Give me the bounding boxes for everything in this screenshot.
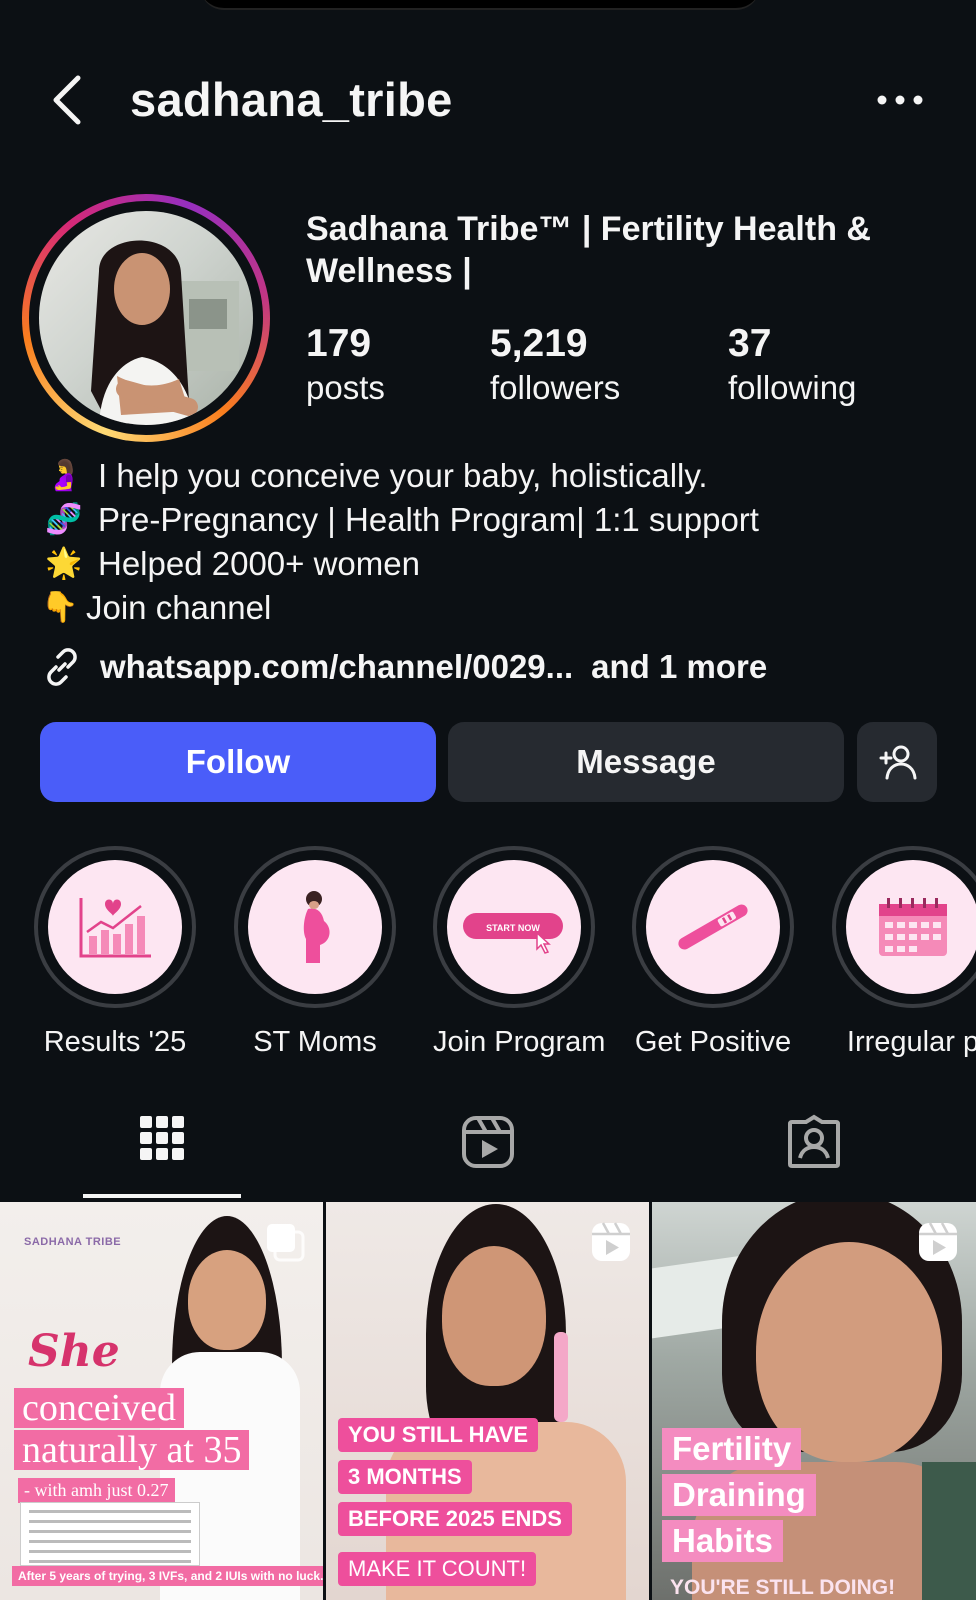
suggest-people-button[interactable]: [857, 722, 937, 802]
avatar: [39, 211, 253, 425]
post-headline: Draining: [662, 1474, 816, 1516]
posts-grid: SADHANA TRIBE She conceived naturally at…: [0, 1202, 976, 1600]
reels-icon: [462, 1116, 514, 1168]
post-subline: YOU'RE STILL DOING!: [670, 1576, 896, 1599]
pregnancy-test-icon: [678, 904, 748, 950]
bio-line: 👇 Join channel: [40, 586, 960, 630]
top-bar: sadhana_tribe: [0, 60, 976, 140]
carousel-icon: [267, 1224, 305, 1262]
stat-value: 5,219: [490, 322, 588, 365]
profile-username: sadhana_tribe: [130, 73, 453, 126]
post-tile[interactable]: SADHANA TRIBE She conceived naturally at…: [0, 1202, 323, 1600]
post-headline: She: [28, 1326, 120, 1377]
story-ring[interactable]: [22, 194, 270, 442]
highlight-label: Results '25: [43, 1026, 187, 1058]
start-now-button-icon: START NOW: [463, 913, 563, 954]
post-subline: - with amh just 0.27: [18, 1478, 175, 1503]
message-button[interactable]: Message: [448, 722, 844, 802]
pointing-down-emoji-icon: 👇: [41, 591, 79, 624]
add-person-icon: [879, 745, 917, 780]
tab-tagged[interactable]: [734, 1106, 894, 1202]
highlight-label: Irregular p: [846, 1026, 976, 1058]
bio-line: 🧬 Pre-Pregnancy | Health Program| 1:1 su…: [40, 498, 960, 542]
following-count[interactable]: 37 following: [728, 322, 856, 410]
highlight-join-program[interactable]: START NOW Join Program: [433, 846, 606, 1059]
growth-chart-heart-icon: [79, 898, 151, 958]
more-options-button[interactable]: [876, 90, 926, 110]
post-tile[interactable]: Fertility Draining Habits YOU'RE STILL D…: [652, 1202, 976, 1600]
bio-text: Join channel: [86, 589, 272, 626]
stat-label: following: [728, 369, 857, 406]
link-icon: [47, 648, 77, 686]
profile-bio: 🤰 I help you conceive your baby, holisti…: [40, 454, 960, 630]
stat-label: posts: [306, 369, 385, 406]
tagged-person-icon: [788, 1114, 840, 1168]
post-headline: 3 MONTHS: [338, 1460, 472, 1494]
more-dots-icon: [877, 95, 923, 105]
highlight-label: ST Moms: [253, 1026, 377, 1058]
bio-text: Helped 2000+ women: [98, 545, 420, 582]
profile-tabs: [0, 1106, 976, 1202]
profile-link[interactable]: whatsapp.com/channel/0029... and 1 more: [40, 644, 767, 690]
calendar-icon: [879, 898, 947, 956]
bio-line: 🌟 Helped 2000+ women: [40, 542, 960, 586]
link-more[interactable]: and 1 more: [591, 648, 767, 686]
post-headline: Fertility: [662, 1428, 802, 1470]
dna-emoji-icon: 🧬: [45, 503, 83, 536]
star-emoji-icon: 🌟: [45, 547, 83, 580]
post-headline: YOU STILL HAVE: [338, 1418, 539, 1452]
highlight-irregular-periods[interactable]: Irregular p: [832, 846, 976, 1059]
reel-icon: [592, 1222, 630, 1261]
post-headline: Habits: [662, 1520, 783, 1562]
pregnant-woman-emoji-icon: 🤰: [45, 459, 83, 492]
grid-icon: [140, 1116, 184, 1160]
active-tab-indicator: [83, 1194, 241, 1198]
highlight-results-25[interactable]: Results '25: [34, 846, 196, 1059]
posts-count: 179 posts: [306, 322, 385, 410]
back-button[interactable]: [44, 70, 104, 130]
lab-report-image: [20, 1502, 200, 1566]
post-headline: naturally at 35: [14, 1430, 250, 1470]
pregnant-woman-icon: [303, 891, 330, 963]
link-url[interactable]: whatsapp.com/channel/0029...: [100, 648, 573, 686]
bio-text: Pre-Pregnancy | Health Program| 1:1 supp…: [98, 501, 759, 538]
start-now-text: START NOW: [486, 923, 540, 933]
tab-reels[interactable]: [408, 1106, 568, 1202]
stat-label: followers: [490, 369, 621, 406]
highlight-label: Join Program: [433, 1026, 606, 1058]
post-headline: MAKE IT COUNT!: [338, 1552, 537, 1586]
stat-value: 37: [728, 322, 772, 365]
follow-button[interactable]: Follow: [40, 722, 436, 802]
profile-display-name: Sadhana Tribe™ | Fertility Health & Well…: [306, 210, 871, 290]
tab-posts-grid[interactable]: [82, 1106, 242, 1202]
chevron-left-icon: [53, 75, 81, 125]
highlight-get-positive[interactable]: Get Positive: [632, 846, 794, 1059]
device-notch: [200, 0, 760, 10]
post-tile[interactable]: YOU STILL HAVE 3 MONTHS BEFORE 2025 ENDS…: [326, 1202, 649, 1600]
post-headline: conceived: [14, 1388, 185, 1428]
highlight-st-moms[interactable]: ST Moms: [234, 846, 396, 1059]
post-caption: After 5 years of trying, 3 IVFs, and 2 I…: [12, 1566, 323, 1586]
reel-icon: [919, 1222, 957, 1261]
bio-line: 🤰 I help you conceive your baby, holisti…: [40, 454, 960, 498]
highlight-label: Get Positive: [634, 1026, 792, 1058]
post-brand: SADHANA TRIBE: [24, 1236, 122, 1248]
followers-count[interactable]: 5,219 followers: [490, 322, 620, 410]
bio-text: I help you conceive your baby, holistica…: [98, 457, 708, 494]
post-headline: BEFORE 2025 ENDS: [338, 1502, 572, 1536]
stat-value: 179: [306, 322, 372, 365]
